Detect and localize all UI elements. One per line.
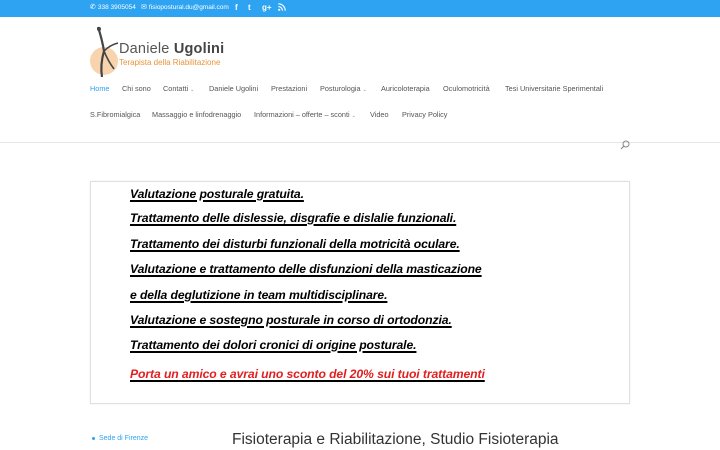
- nav-auricoloterapia[interactable]: Auricoloterapia: [381, 84, 430, 93]
- nav-fibromialgica[interactable]: S.Fibromialgica: [90, 110, 140, 119]
- nav-tesi-universitarie[interactable]: Tesi Universitarie Sperimentali: [505, 84, 603, 93]
- phone-info: ✆ 338 3905054: [90, 4, 136, 11]
- twitter-icon[interactable]: t: [248, 3, 251, 12]
- banner-line: Valutazione posturale gratuita.: [130, 187, 304, 201]
- nav-posturologia[interactable]: Posturologia ⌄: [320, 84, 367, 93]
- nav-prestazioni[interactable]: Prestazioni: [271, 84, 307, 93]
- search-icon[interactable]: [620, 140, 630, 150]
- banner-line: Valutazione e sostegno posturale in cors…: [130, 313, 452, 327]
- chevron-down-icon: ⌄: [362, 87, 367, 93]
- services-banner: Valutazione posturale gratuita. Trattame…: [90, 181, 630, 404]
- logo-name: Daniele Ugolini: [119, 41, 225, 57]
- nav-chi-sono[interactable]: Chi sono: [122, 84, 151, 93]
- google-plus-icon[interactable]: g+: [262, 3, 272, 12]
- facebook-icon[interactable]: f: [235, 3, 238, 12]
- top-bar: ✆ 338 3905054 ✉ fisiopostural.du@gmail.c…: [0, 0, 720, 17]
- nav-privacy-policy[interactable]: Privacy Policy: [402, 110, 447, 119]
- nav-home[interactable]: Home: [90, 84, 109, 93]
- nav-informazioni[interactable]: Informazioni – offerte – sconti ⌄: [254, 110, 356, 119]
- nav-contatti[interactable]: Contatti ⌄: [163, 84, 194, 93]
- nav-video[interactable]: Video: [370, 110, 389, 119]
- banner-line: Trattamento dei disturbi funzionali dell…: [130, 237, 460, 251]
- banner-line: Trattamento delle dislessie, disgrafie e…: [130, 211, 457, 225]
- banner-line: e della deglutizione in team multidiscip…: [130, 288, 388, 302]
- sidebar-link-firenze[interactable]: Sede di Firenze: [92, 435, 148, 442]
- bullet-icon: [92, 437, 95, 440]
- sidebar-link-label[interactable]: Sede di Firenze: [99, 435, 148, 442]
- banner-line: Trattamento dei dolori cronici di origin…: [130, 338, 417, 352]
- nav-massaggio[interactable]: Massaggio e linfodrenaggio: [152, 110, 241, 119]
- phone-number: 338 3905054: [97, 4, 136, 11]
- chevron-down-icon: ⌄: [190, 87, 195, 93]
- nav-oculomotricita[interactable]: Oculomotricità: [443, 84, 490, 93]
- email-icon: ✉: [141, 4, 147, 11]
- page-title: Fisioterapia e Riabilitazione, Studio Fi…: [232, 431, 559, 448]
- nav-daniele-ugolini[interactable]: Daniele Ugolini: [209, 84, 258, 93]
- banner-promo: Porta un amico e avrai uno sconto del 20…: [130, 367, 485, 381]
- email-address[interactable]: fisiopostural.du@gmail.com: [149, 4, 229, 11]
- email-info[interactable]: ✉ fisiopostural.du@gmail.com: [141, 4, 229, 11]
- rss-icon[interactable]: [278, 3, 286, 16]
- logo-subtitle: Terapista della Riabilitazione: [119, 58, 221, 67]
- chevron-down-icon: ⌄: [351, 113, 356, 119]
- banner-line: Valutazione e trattamento delle disfunzi…: [130, 262, 482, 276]
- logo-text[interactable]: Daniele Ugolini Terapista della Riabilit…: [119, 41, 224, 67]
- phone-icon: ✆: [90, 4, 96, 11]
- site-header: Daniele Ugolini Terapista della Riabilit…: [0, 17, 720, 143]
